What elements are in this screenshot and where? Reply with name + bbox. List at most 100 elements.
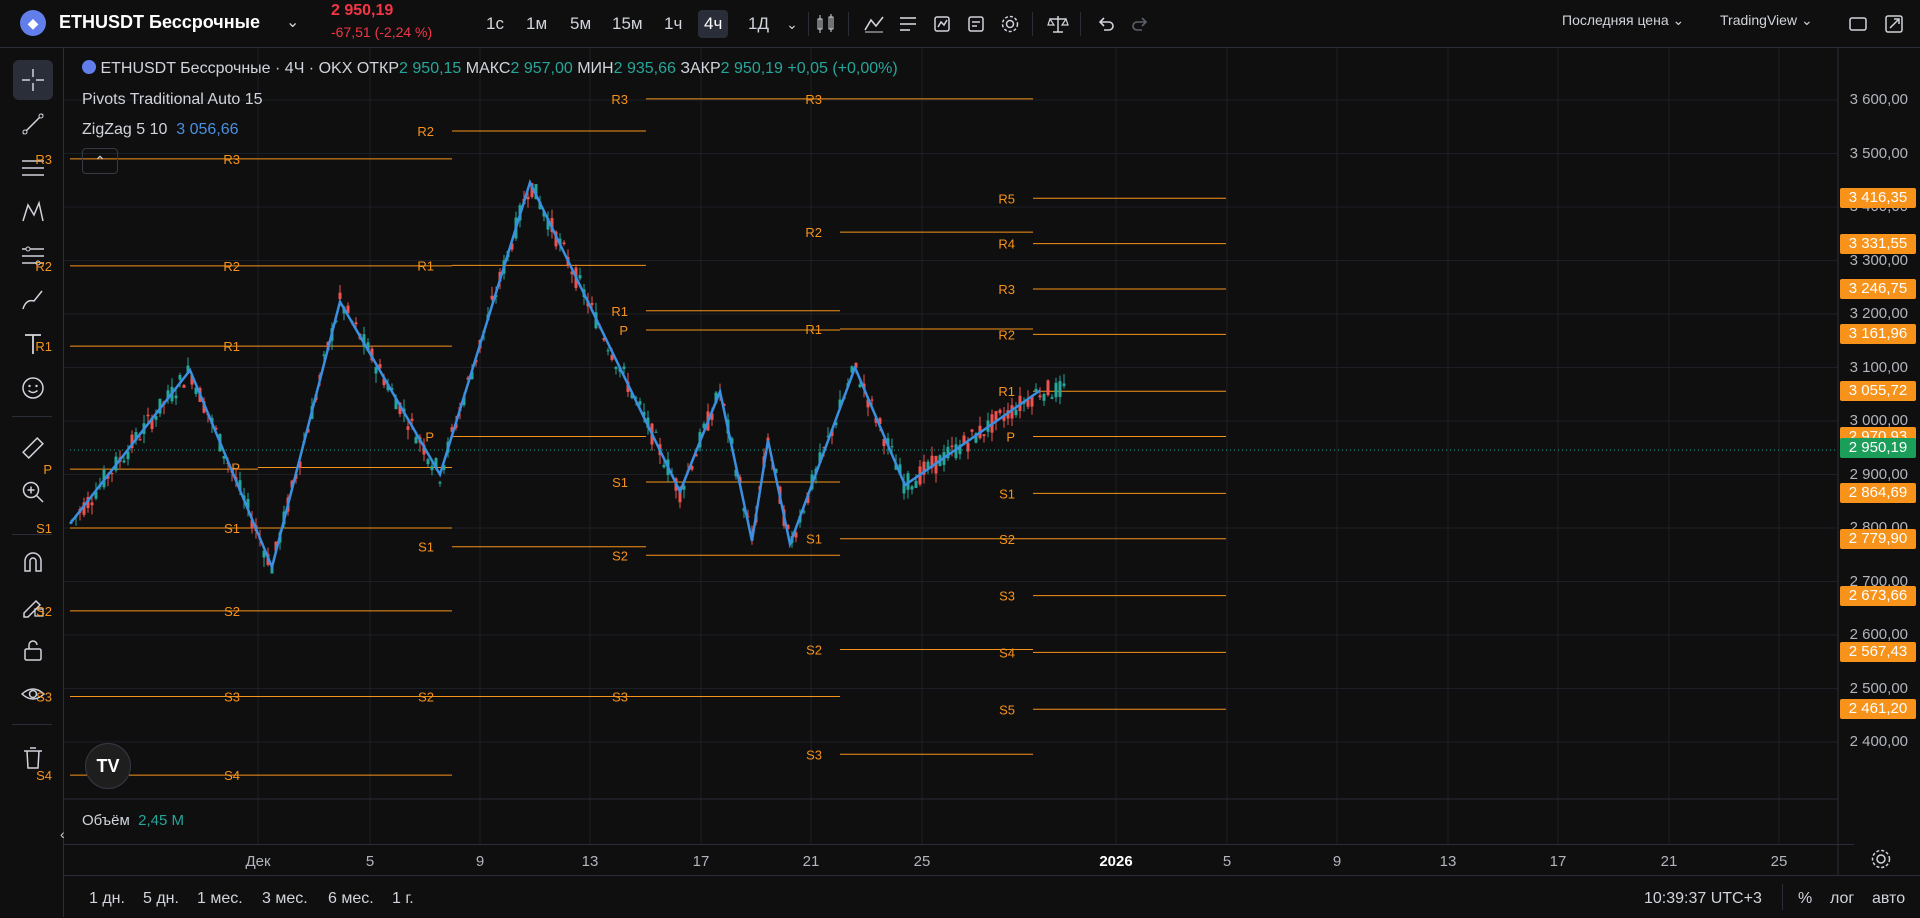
ruler-icon[interactable] <box>13 428 53 468</box>
candle-body <box>658 444 662 456</box>
log-toggle[interactable]: лог <box>1830 890 1854 908</box>
alert-icon[interactable] <box>928 10 956 38</box>
trash-icon[interactable] <box>13 738 53 778</box>
candles-icon[interactable] <box>812 10 840 38</box>
replay-icon[interactable] <box>962 10 990 38</box>
fib-lines-icon[interactable] <box>13 148 53 188</box>
text-icon[interactable] <box>13 324 53 364</box>
eye-icon[interactable] <box>13 674 53 714</box>
candle-body <box>906 473 910 490</box>
candle-body <box>262 550 266 558</box>
pivots-indicator-legend[interactable]: Pivots Traditional Auto 15 <box>82 91 263 109</box>
symbol-name[interactable]: ETHUSDT Бессрочные <box>59 0 260 44</box>
magnet-icon[interactable] <box>13 542 53 582</box>
candle-body <box>1058 381 1062 397</box>
candle-body <box>434 458 438 467</box>
open-label: ОТКР <box>356 60 400 77</box>
candles <box>70 183 1066 574</box>
range-1y[interactable]: 1 г. <box>392 890 414 908</box>
candle-body <box>614 366 618 369</box>
time-axis-label: 9 <box>475 853 485 870</box>
templates-icon[interactable] <box>894 10 922 38</box>
price-chart[interactable]: R3 R2 R1 P S1 S2 S3 S4 R3 R2 R1 P S1 S2 S3 S4 R2 R1 P S1 S2 R… <box>0 0 1920 917</box>
candle-body <box>114 456 118 471</box>
candle-body <box>626 381 630 392</box>
range-3m[interactable]: 3 мес. <box>262 890 308 908</box>
candle-body <box>998 409 1002 414</box>
time-axis[interactable]: Дек 5 9 13 17 21 25 2026 5 9 13 17 21 25 <box>64 844 1854 875</box>
broker-label: TradingView <box>1720 12 1798 28</box>
candle-body <box>406 426 410 430</box>
tf-1h[interactable]: 1ч <box>658 10 688 38</box>
candle-body <box>514 217 518 239</box>
candle-body <box>758 486 762 490</box>
lock-drawing-icon[interactable] <box>13 586 53 626</box>
unlock-icon[interactable] <box>13 630 53 670</box>
gear-icon[interactable] <box>1870 848 1894 872</box>
projection-icon[interactable] <box>13 236 53 276</box>
compare-scale-icon[interactable] <box>1044 10 1072 38</box>
chevron-down-icon[interactable]: ⌄ <box>778 10 806 38</box>
range-5d[interactable]: 5 дн. <box>143 890 179 908</box>
range-1d[interactable]: 1 дн. <box>89 890 125 908</box>
candle-body <box>674 478 678 491</box>
price-type-select[interactable]: Последняя цена ⌄ <box>1562 12 1684 29</box>
trend-line-icon[interactable] <box>13 104 53 144</box>
price-axis-label: 3 600,00 <box>1849 91 1908 108</box>
candle-body <box>302 441 306 444</box>
percent-toggle[interactable]: % <box>1798 890 1812 908</box>
clock-timezone[interactable]: 10:39:37 UTC+3 <box>1644 890 1762 908</box>
brush-icon[interactable] <box>13 280 53 320</box>
chevron-left-icon[interactable]: ‹ <box>60 826 65 842</box>
tf-1d[interactable]: 1Д <box>742 10 775 38</box>
indicators-icon[interactable] <box>860 10 888 38</box>
tf-1s[interactable]: 1с <box>480 10 510 38</box>
candle-body <box>1038 395 1042 398</box>
candle-body <box>342 306 346 314</box>
candle-body <box>994 411 998 423</box>
candle-body <box>318 374 322 380</box>
zigzag-indicator-legend[interactable]: ZigZag 5 10 3 056,66 <box>82 121 239 139</box>
candle-body <box>442 465 446 470</box>
candle-body <box>606 350 610 352</box>
candle-body <box>254 525 258 531</box>
fullscreen-window-icon[interactable] <box>1844 10 1872 38</box>
auto-toggle[interactable]: авто <box>1872 890 1905 908</box>
redo-icon[interactable] <box>1126 10 1154 38</box>
tradingview-logo[interactable]: TV <box>85 743 131 789</box>
candle-body <box>970 429 974 432</box>
candle-body <box>326 342 330 351</box>
emoji-icon[interactable] <box>13 368 53 408</box>
crosshair-icon[interactable] <box>13 60 53 100</box>
undo-icon[interactable] <box>1092 10 1120 38</box>
tf-15m[interactable]: 15м <box>606 10 649 38</box>
chevron-down-icon[interactable]: ⌄ <box>286 0 299 44</box>
candle-body <box>82 502 86 515</box>
expand-icon[interactable] <box>1880 10 1908 38</box>
tf-1m[interactable]: 1м <box>520 10 553 38</box>
close-label: ЗАКР <box>680 60 721 77</box>
gear-icon[interactable] <box>996 10 1024 38</box>
time-axis-label: 25 <box>913 853 931 870</box>
symbol-legend[interactable]: ETHUSDT Бессрочные · 4Ч · OKX ОТКР2 950,… <box>82 60 898 78</box>
candle-body <box>170 386 174 402</box>
tf-4h[interactable]: 4ч <box>698 10 729 38</box>
collapse-legend-button[interactable]: ⌃ <box>82 148 118 174</box>
price-tag: 2 673,66 <box>1840 585 1916 606</box>
candle-body <box>570 271 574 275</box>
volume-legend[interactable]: Объём 2,45 M <box>82 812 184 829</box>
candle-body <box>330 328 334 341</box>
range-1m[interactable]: 1 мес. <box>197 890 243 908</box>
candle-body <box>126 451 130 460</box>
candle-body <box>694 453 698 457</box>
candle-body <box>958 444 962 455</box>
candle-body <box>942 452 946 465</box>
pattern-icon[interactable] <box>13 192 53 232</box>
broker-select[interactable]: TradingView ⌄ <box>1720 12 1813 29</box>
tf-5m[interactable]: 5м <box>564 10 597 38</box>
candle-body <box>478 339 482 349</box>
zoom-in-icon[interactable] <box>13 472 53 512</box>
range-6m[interactable]: 6 мес. <box>328 890 374 908</box>
candle-body <box>966 442 970 452</box>
candle-body <box>946 446 950 459</box>
